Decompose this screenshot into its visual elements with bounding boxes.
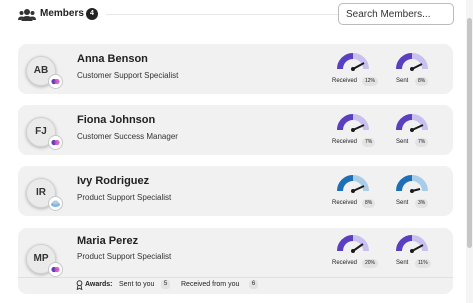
gauge-label: Received <box>332 78 358 84</box>
search-members-input[interactable] <box>338 3 454 25</box>
member-role: Product Support Specialist <box>77 193 172 202</box>
gauge-icon <box>337 53 369 71</box>
awards-row: Awards: Sent to you 5 Received from you … <box>18 277 453 291</box>
sent-percent: 3% <box>415 199 429 208</box>
member-card[interactable]: MP Maria Perez Product Support Specialis… <box>18 228 453 294</box>
member-role: Customer Support Specialist <box>77 71 179 80</box>
gauge-icon <box>396 235 428 253</box>
scrollbar[interactable] <box>466 0 473 303</box>
members-title: Members <box>40 8 84 19</box>
member-name: Maria Perez <box>77 235 139 247</box>
badge-icon <box>51 78 60 85</box>
award-ribbon-icon <box>76 280 83 290</box>
received-gauge[interactable]: Received 20% <box>331 234 379 272</box>
sent-gauge[interactable]: Sent 11% <box>390 234 434 272</box>
awards-label: Awards: <box>85 281 113 288</box>
gauge-icon <box>396 53 428 71</box>
gauge-icon <box>337 114 369 132</box>
member-count-badge: 4 <box>86 8 98 20</box>
sent-percent: 8% <box>415 77 429 86</box>
received-percent: 8% <box>362 199 376 208</box>
received-gauge[interactable]: Received 8% <box>331 174 376 212</box>
member-card[interactable]: IR Ivy Rodriguez Product Support Special… <box>18 166 453 216</box>
badge-icon <box>51 200 60 207</box>
received-gauge[interactable]: Received 12% <box>331 52 379 90</box>
badge-icon <box>51 139 60 146</box>
awards-received-label: Received from you <box>181 281 240 288</box>
scrollbar-thumb[interactable] <box>467 18 472 248</box>
gauge-label: Sent <box>396 139 409 145</box>
gauge-icon <box>396 114 428 132</box>
members-header: Members 4 <box>18 3 458 26</box>
awards-sent-label: Sent to you <box>119 281 155 288</box>
gauge-label: Sent <box>396 78 409 84</box>
sent-gauge[interactable]: Sent 7% <box>390 113 434 151</box>
sent-percent: 7% <box>415 138 429 147</box>
gauge-icon <box>337 175 369 193</box>
gauge-label: Received <box>332 200 358 206</box>
member-name: Ivy Rodriguez <box>77 175 150 187</box>
users-icon <box>18 9 36 21</box>
gauge-label: Sent <box>396 200 409 206</box>
member-name: Fiona Johnson <box>77 114 156 126</box>
member-card[interactable]: AB Anna Benson Customer Support Speciali… <box>18 44 453 94</box>
member-card[interactable]: FJ Fiona Johnson Customer Success Manage… <box>18 105 453 155</box>
badge-icon <box>51 266 60 273</box>
status-badge <box>48 135 63 150</box>
member-role: Product Support Specialist <box>77 252 172 261</box>
received-percent: 20% <box>362 259 379 268</box>
gauge-label: Sent <box>396 260 409 266</box>
member-role: Customer Success Manager <box>77 132 178 141</box>
awards-received-count: 6 <box>249 280 258 289</box>
sent-gauge[interactable]: Sent 8% <box>390 52 434 90</box>
gauge-label: Received <box>332 139 358 145</box>
header-divider <box>106 14 338 15</box>
received-percent: 7% <box>362 138 376 147</box>
member-name: Anna Benson <box>77 53 148 65</box>
gauge-icon <box>396 175 428 193</box>
received-gauge[interactable]: Received 7% <box>331 113 376 151</box>
gauge-icon <box>337 235 369 253</box>
received-percent: 12% <box>362 77 379 86</box>
status-badge <box>48 262 63 277</box>
awards-sent-count: 5 <box>161 280 170 289</box>
status-badge <box>48 74 63 89</box>
status-badge <box>48 196 63 211</box>
gauge-label: Received <box>332 260 358 266</box>
sent-percent: 11% <box>415 259 431 268</box>
sent-gauge[interactable]: Sent 3% <box>390 174 434 212</box>
